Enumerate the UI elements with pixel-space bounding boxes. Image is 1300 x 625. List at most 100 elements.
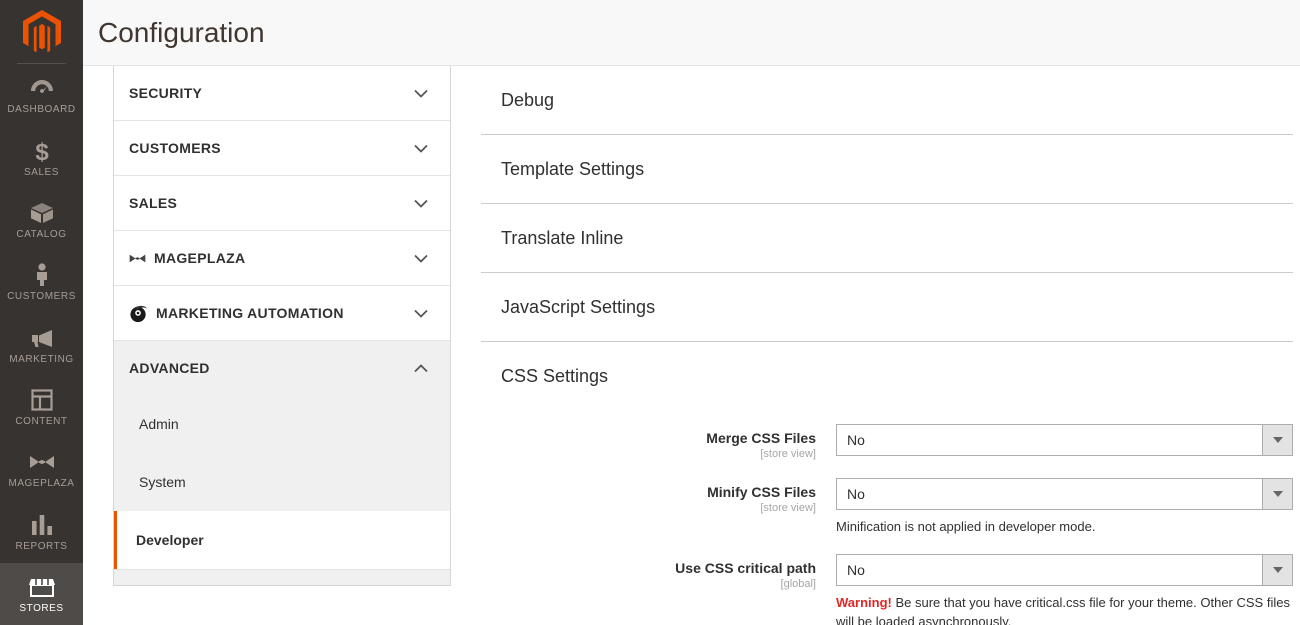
- sidebar-label: SALES: [24, 166, 59, 178]
- field-label-text: Merge CSS Files: [706, 430, 816, 446]
- config-subitem-admin[interactable]: Admin: [114, 395, 450, 453]
- config-section-label: MAGEPLAZA: [154, 250, 246, 266]
- select-dropdown-button[interactable]: [1262, 479, 1292, 509]
- marketing-automation-icon: [130, 305, 148, 322]
- field-label-text: Use CSS critical path: [675, 560, 816, 576]
- field-scope: [global]: [780, 578, 816, 590]
- select-value: No: [847, 486, 865, 502]
- select-dropdown-button[interactable]: [1262, 555, 1292, 585]
- use-css-critical-path-select[interactable]: No: [836, 554, 1293, 586]
- page-container: Configuration SECURITY CUSTOMERS SALES M…: [83, 0, 1300, 625]
- config-section-header-sales[interactable]: SALES: [114, 176, 450, 230]
- collapsible-css-settings: CSS Settings Merge CSS Files [store view…: [481, 342, 1293, 625]
- config-section-sales: SALES: [114, 176, 450, 231]
- config-section-header-mageplaza[interactable]: MAGEPLAZA: [114, 231, 450, 285]
- select-dropdown-button[interactable]: [1262, 425, 1292, 455]
- sidebar-item-stores[interactable]: STORES: [0, 562, 83, 625]
- field-label-text: Minify CSS Files: [707, 484, 816, 500]
- store-icon: [28, 574, 55, 600]
- config-subitem-label: System: [139, 474, 186, 490]
- config-section-header-security[interactable]: SECURITY: [114, 66, 450, 120]
- mageplaza-icon: [29, 449, 55, 475]
- field-note-minify: Minification is not applied in developer…: [836, 517, 1293, 536]
- collapsible-title-template-settings[interactable]: Template Settings: [481, 135, 1293, 203]
- config-subitem-developer[interactable]: Developer: [114, 511, 450, 569]
- sidebar-label: MARKETING: [9, 353, 74, 365]
- page-title: Configuration: [98, 16, 265, 48]
- field-label-merge-css-files: Merge CSS Files [store view]: [481, 424, 836, 460]
- sidebar-label: CUSTOMERS: [7, 291, 76, 303]
- magento-logo[interactable]: [0, 0, 83, 65]
- config-section-header-customers[interactable]: CUSTOMERS: [114, 121, 450, 175]
- config-section-customers: CUSTOMERS: [114, 121, 450, 176]
- svg-text:$: $: [35, 139, 49, 163]
- sidebar-item-content[interactable]: CONTENT: [0, 376, 83, 438]
- chevron-down-icon: [414, 89, 428, 98]
- collapsible-template-settings: Template Settings: [481, 135, 1293, 204]
- sidebar-item-sales[interactable]: $ SALES: [0, 127, 83, 189]
- config-section-header-advanced[interactable]: ADVANCED: [114, 341, 450, 395]
- sidebar-item-mageplaza[interactable]: MAGEPLAZA: [0, 438, 83, 500]
- config-nav-footer: [114, 569, 450, 585]
- config-section-header-marketing-automation[interactable]: MARKETING AUTOMATION: [114, 286, 450, 340]
- field-minify-css-files: Minify CSS Files [store view] No Minific…: [481, 478, 1293, 536]
- field-control: No Minification is not applied in develo…: [836, 478, 1293, 536]
- sidebar-label: REPORTS: [15, 540, 68, 552]
- field-note-critical-path: Warning! Be sure that you have critical.…: [836, 593, 1293, 625]
- admin-sidebar: DASHBOARD $ SALES CATALOG CUSTOMERS MARK…: [0, 0, 83, 625]
- config-subitem-system[interactable]: System: [114, 453, 450, 511]
- sidebar-label: DASHBOARD: [7, 104, 76, 116]
- chevron-down-icon: [414, 254, 428, 263]
- field-scope: [store view]: [760, 448, 816, 460]
- field-use-css-critical-path: Use CSS critical path [global] No Warnin…: [481, 554, 1293, 625]
- select-value: No: [847, 432, 865, 448]
- sidebar-item-catalog[interactable]: CATALOG: [0, 189, 83, 251]
- box-icon: [30, 200, 54, 226]
- dashboard-icon: [30, 75, 54, 101]
- config-section-label: SECURITY: [129, 85, 203, 101]
- collapsible-debug: Debug: [481, 66, 1293, 135]
- page-header: Configuration: [83, 0, 1300, 66]
- sidebar-item-customers[interactable]: CUSTOMERS: [0, 251, 83, 313]
- config-section-label: ADVANCED: [129, 360, 210, 376]
- chevron-down-icon: [1272, 437, 1283, 443]
- field-control: No Warning! Be sure that you have critic…: [836, 554, 1293, 625]
- field-label-minify-css-files: Minify CSS Files [store view]: [481, 478, 836, 514]
- select-value: No: [847, 562, 865, 578]
- magento-logo-icon: [22, 10, 61, 53]
- collapsible-title-debug[interactable]: Debug: [481, 66, 1293, 134]
- chevron-down-icon: [414, 144, 428, 153]
- minify-css-files-select[interactable]: No: [836, 478, 1293, 510]
- field-label-use-css-critical-path: Use CSS critical path [global]: [481, 554, 836, 590]
- warning-prefix: Warning!: [836, 595, 892, 610]
- config-subitems-advanced: Admin System Developer: [114, 395, 450, 569]
- config-section-mageplaza: MAGEPLAZA: [114, 231, 450, 286]
- sidebar-item-marketing[interactable]: MARKETING: [0, 314, 83, 376]
- config-section-label: SALES: [129, 195, 178, 211]
- collapsible-title-css-settings[interactable]: CSS Settings: [481, 342, 1293, 410]
- field-note-text: Be sure that you have critical.css file …: [836, 595, 1290, 625]
- sidebar-label: CATALOG: [16, 229, 67, 241]
- config-section-security: SECURITY: [114, 66, 450, 121]
- sidebar-label: MAGEPLAZA: [8, 478, 75, 490]
- field-merge-css-files: Merge CSS Files [store view] No: [481, 424, 1293, 460]
- collapsible-title-translate-inline[interactable]: Translate Inline: [481, 204, 1293, 272]
- sidebar-item-reports[interactable]: REPORTS: [0, 500, 83, 562]
- config-section-label: MARKETING AUTOMATION: [156, 305, 344, 321]
- config-section-marketing-automation: MARKETING AUTOMATION: [114, 286, 450, 341]
- admin-page: DASHBOARD $ SALES CATALOG CUSTOMERS MARK…: [0, 0, 1300, 625]
- config-section-nav: SECURITY CUSTOMERS SALES MAGEPLAZA MARKE…: [113, 66, 451, 586]
- field-note-text: Minification is not applied in developer…: [836, 519, 1096, 534]
- collapsible-title-javascript-settings[interactable]: JavaScript Settings: [481, 273, 1293, 341]
- bar-chart-icon: [31, 512, 53, 538]
- chevron-down-icon: [414, 199, 428, 208]
- sidebar-label: CONTENT: [15, 415, 68, 427]
- chevron-down-icon: [414, 309, 428, 318]
- config-subitem-label: Developer: [136, 532, 204, 548]
- chevron-down-icon: [1272, 567, 1283, 573]
- page-body: SECURITY CUSTOMERS SALES MAGEPLAZA MARKE…: [83, 66, 1300, 625]
- sidebar-item-dashboard[interactable]: DASHBOARD: [0, 64, 83, 126]
- config-subitem-label: Admin: [139, 416, 179, 432]
- merge-css-files-select[interactable]: No: [836, 424, 1293, 456]
- config-section-label: CUSTOMERS: [129, 140, 221, 156]
